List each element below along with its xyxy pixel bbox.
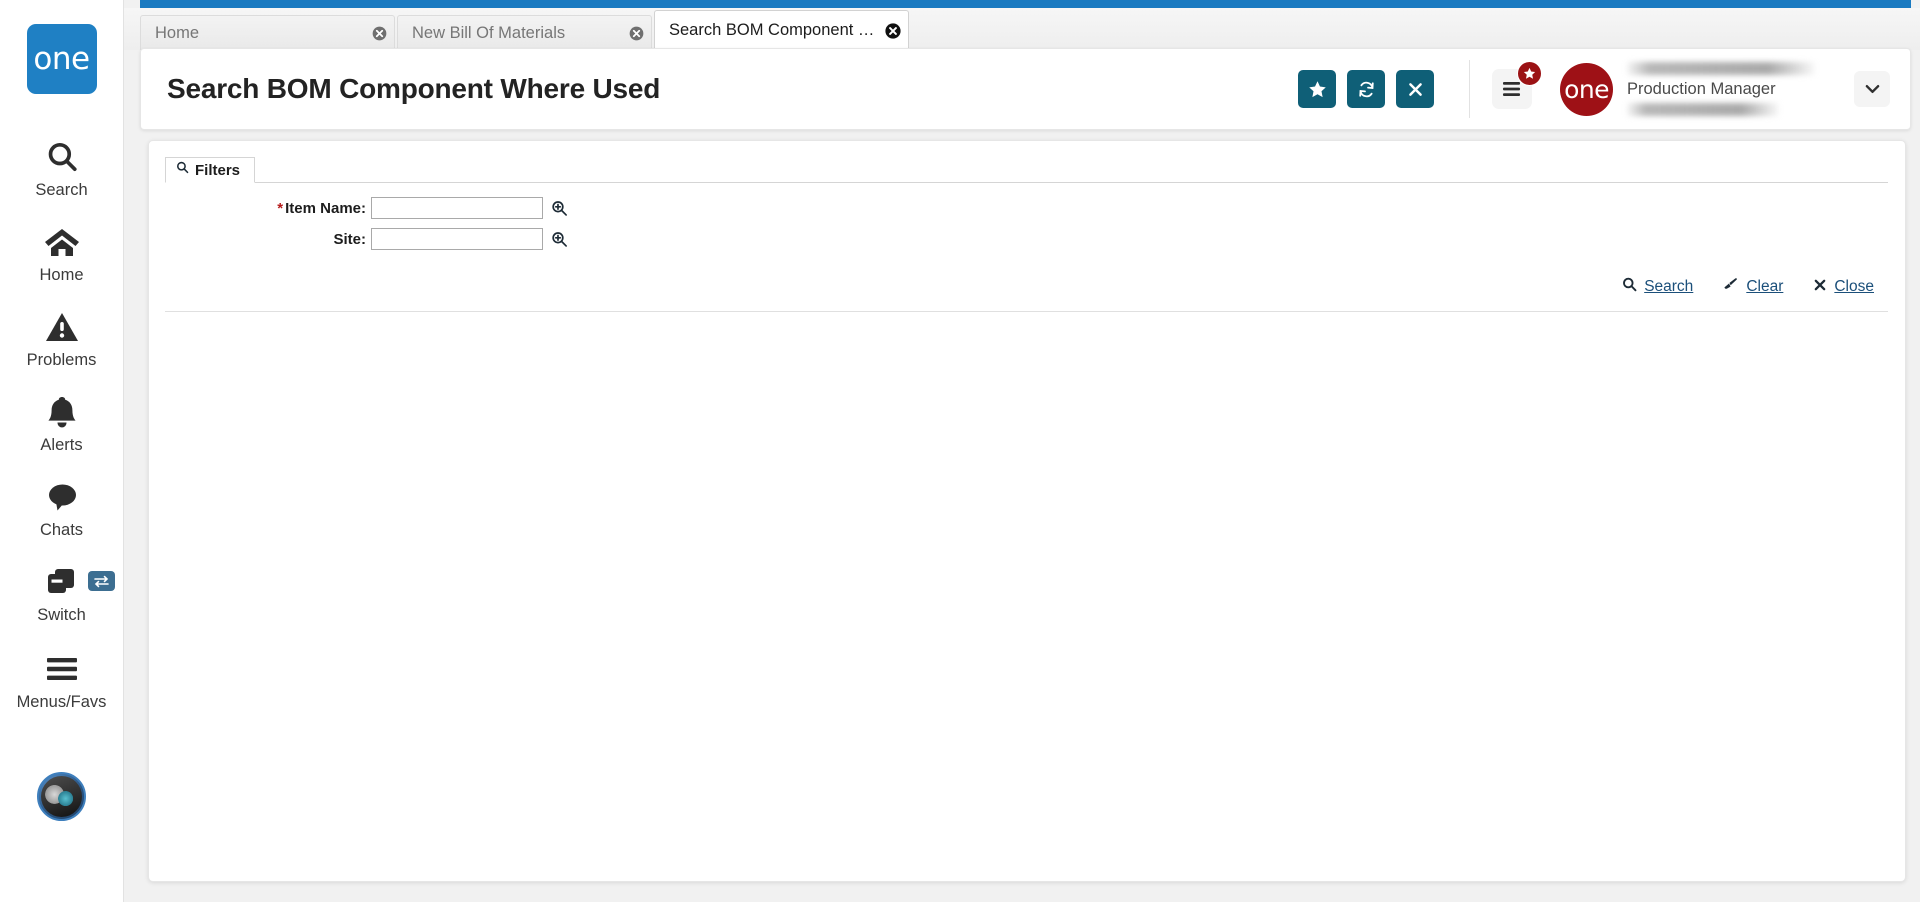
main-region: Home New Bill Of Materials Search BOM Co… [124, 0, 1920, 902]
sidebar-item-label: Alerts [40, 436, 83, 454]
tab-filters-label: Filters [195, 161, 241, 179]
filters-action-links: Search Clear Close [165, 259, 1888, 312]
avatar-image [41, 776, 82, 817]
tab-label: Search BOM Component Where ... [669, 21, 878, 39]
magnifier-plus-icon [551, 231, 567, 247]
magnifier-icon [1622, 277, 1637, 297]
tab-search-bom-component-where-used[interactable]: Search BOM Component Where ... [654, 10, 909, 51]
organization-logo: one [1560, 62, 1613, 116]
tab-label: New Bill Of Materials [412, 23, 566, 42]
user-role: Production Manager [1627, 80, 1776, 98]
speech-bubble-icon [45, 476, 79, 518]
field-row-site: Site: [165, 228, 1888, 250]
sidebar-item-problems[interactable]: Problems [0, 306, 124, 370]
close-button[interactable] [1396, 70, 1434, 108]
sidebar-item-label: Home [39, 266, 84, 284]
site-lookup-button[interactable] [549, 229, 569, 249]
user-company-redacted [1627, 103, 1779, 116]
magnifier-plus-icon [551, 200, 567, 216]
bell-icon [47, 391, 77, 433]
brand-logo-text: one [33, 40, 90, 77]
x-icon [1813, 278, 1827, 297]
magnifier-icon [45, 136, 79, 178]
application-root: one Search Home Problems Alerts Chats Sw… [0, 0, 1920, 902]
content-panel: Filters * Item Name: Site: Search Clear … [148, 140, 1906, 882]
warning-triangle-icon [45, 306, 79, 348]
user-identity[interactable]: Production Manager [1627, 58, 1842, 120]
sidebar-item-label: Search [35, 181, 88, 199]
eraser-icon [1723, 277, 1739, 297]
favorite-button[interactable] [1298, 70, 1336, 108]
item-name-label-text: Item Name: [285, 199, 366, 217]
close-circle-icon[interactable] [621, 26, 651, 41]
page-header: Search BOM Component Where Used one Prod… [140, 48, 1911, 130]
site-input[interactable] [371, 228, 543, 250]
tab-new-bill-of-materials[interactable]: New Bill Of Materials [397, 15, 652, 50]
sidebar-item-chats[interactable]: Chats [0, 476, 124, 540]
star-icon [1308, 80, 1326, 97]
primary-sidebar: one Search Home Problems Alerts Chats Sw… [0, 0, 124, 902]
search-link-label: Search [1644, 278, 1694, 295]
close-circle-icon[interactable] [878, 22, 908, 39]
tab-label: Home [155, 23, 200, 42]
user-name-redacted [1627, 62, 1815, 75]
refresh-icon [1358, 81, 1374, 97]
top-accent-bar [140, 0, 1911, 8]
chevron-down-icon [1865, 84, 1879, 94]
close-link-label: Close [1834, 278, 1874, 295]
magnifier-icon [176, 161, 189, 179]
item-name-label: * Item Name: [165, 200, 371, 217]
filters-tab-row: Filters [165, 157, 1888, 183]
sidebar-item-switch[interactable]: Switch [0, 561, 124, 625]
sidebar-item-label: Chats [39, 521, 84, 539]
sidebar-item-alerts[interactable]: Alerts [0, 391, 124, 455]
sidebar-item-search[interactable]: Search [0, 136, 124, 200]
item-name-lookup-button[interactable] [549, 198, 569, 218]
close-circle-icon[interactable] [364, 26, 394, 41]
sidebar-item-label: Menus/Favs [16, 693, 107, 711]
close-link[interactable]: Close [1813, 278, 1874, 297]
tab-strip: Home New Bill Of Materials Search BOM Co… [124, 8, 1920, 51]
search-link[interactable]: Search [1622, 277, 1693, 297]
clear-link[interactable]: Clear [1723, 277, 1783, 297]
field-row-item-name: * Item Name: [165, 197, 1888, 219]
refresh-button[interactable] [1347, 70, 1385, 108]
user-menu-toggle[interactable] [1854, 71, 1890, 107]
tab-filters[interactable]: Filters [165, 157, 256, 183]
avatar[interactable] [37, 772, 86, 821]
page-title: Search BOM Component Where Used [167, 73, 661, 104]
brand-logo[interactable]: one [26, 24, 97, 94]
site-label: Site: [165, 231, 371, 248]
sidebar-item-home[interactable]: Home [0, 221, 124, 285]
header-divider [1469, 60, 1470, 118]
item-name-input[interactable] [371, 197, 543, 219]
required-asterisk: * [277, 199, 284, 217]
hamburger-icon [45, 648, 79, 690]
arrows-swap-icon[interactable] [87, 571, 115, 591]
site-label-text: Site: [333, 230, 366, 248]
copy-windows-icon [45, 561, 79, 603]
x-icon [1408, 82, 1422, 96]
sidebar-item-menus-favs[interactable]: Menus/Favs [0, 648, 124, 712]
clear-link-label: Clear [1746, 278, 1784, 295]
sidebar-item-label: Switch [37, 606, 86, 624]
hamburger-icon [1503, 82, 1520, 96]
house-icon [44, 221, 80, 263]
tab-home[interactable]: Home [140, 15, 395, 50]
organization-logo-text: one [1564, 74, 1609, 104]
filters-body: * Item Name: Site: Search Clear Close [165, 183, 1888, 312]
star-icon [1523, 67, 1536, 79]
favorites-badge [1517, 61, 1542, 86]
sidebar-item-label: Problems [26, 351, 97, 369]
menu-favorites-button[interactable] [1492, 61, 1542, 109]
header-action-group: one Production Manager [1298, 49, 1910, 129]
filters-panel: Filters * Item Name: Site: Search Clear … [165, 157, 1888, 312]
